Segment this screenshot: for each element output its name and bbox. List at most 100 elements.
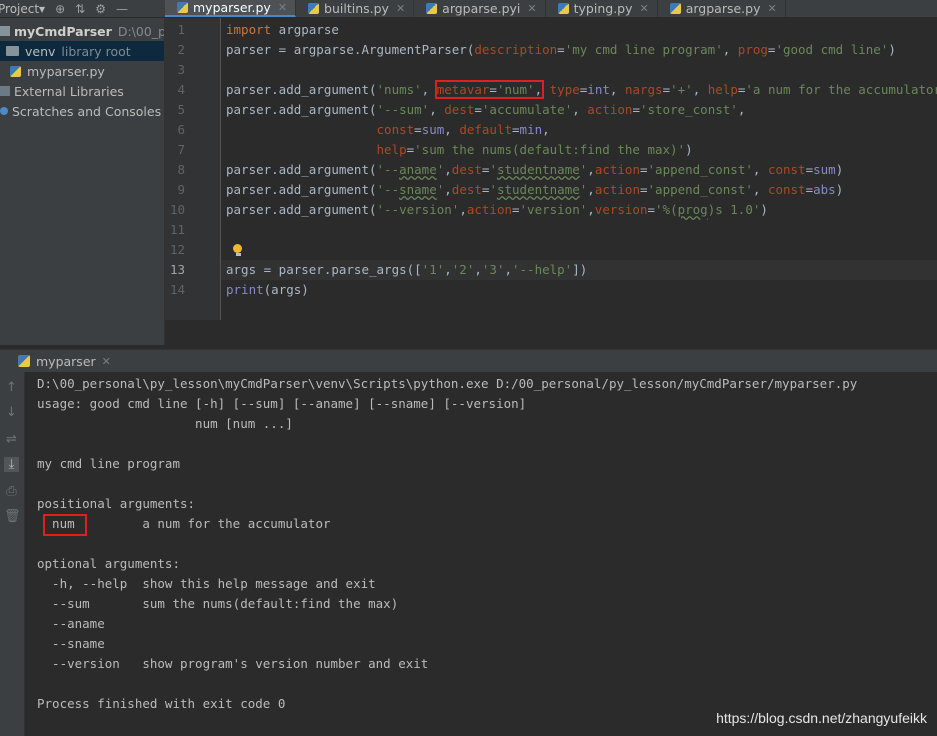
console-line: my cmd line program	[37, 456, 180, 471]
scratches-icon	[0, 107, 8, 115]
console-line: --sname	[37, 636, 105, 651]
scroll-to-end-icon[interactable]: ⤓	[4, 457, 19, 472]
run-toolbar: ↑ ↓ ⇌ ⤓ ⎙ 🗑	[0, 372, 25, 736]
line-number: 12	[169, 242, 185, 257]
tree-root[interactable]: myCmdParser D:\00_perso	[0, 21, 164, 41]
tab-label: typing.py	[573, 1, 633, 16]
line-number: 2	[177, 42, 185, 57]
console-line: --sum sum the nums(default:find the max)	[37, 596, 399, 611]
run-console[interactable]: D:\00_personal\py_lesson\myCmdParser\ven…	[25, 372, 937, 736]
close-icon[interactable]: ✕	[527, 2, 536, 15]
run-tool-window-header: myparser ✕	[0, 349, 937, 373]
python-file-icon	[426, 3, 438, 14]
code-line-14: print(args)	[226, 282, 309, 297]
tab-label: argparse.py	[685, 1, 761, 16]
metavar-highlight-box: metavar='num',	[434, 80, 545, 99]
console-line: -h, --help show this help message and ex…	[37, 576, 376, 591]
tree-root-label: myCmdParser	[14, 23, 112, 39]
code-line-6: const=sum, default=min,	[376, 122, 550, 137]
project-view-selector[interactable]: Project▾	[0, 2, 45, 16]
line-number: 4	[177, 82, 185, 97]
up-arrow-icon[interactable]: ↑	[4, 380, 19, 395]
console-line: Process finished with exit code 0	[37, 696, 286, 711]
close-icon[interactable]: ✕	[640, 2, 649, 15]
tab-label: builtins.py	[324, 1, 389, 16]
line-number: 1	[177, 22, 185, 37]
python-file-icon	[308, 3, 320, 14]
soft-wrap-icon[interactable]: ⇌	[4, 432, 19, 447]
folder-icon	[6, 46, 19, 56]
line-number: 14	[169, 282, 185, 297]
tab-argparse-pyi[interactable]: argparse.pyi ✕	[414, 0, 546, 17]
line-number: 13	[169, 262, 185, 277]
down-arrow-icon[interactable]: ↓	[4, 405, 19, 420]
code-line-8: parser.add_argument('--aname',dest='stud…	[226, 162, 844, 177]
project-toolbar: Project▾ ⊕ ⇅ ⚙ —	[0, 0, 164, 17]
close-icon[interactable]: ✕	[396, 2, 405, 15]
line-number: 3	[177, 62, 185, 77]
tree-item-external-libraries[interactable]: External Libraries	[0, 81, 124, 101]
watermark: https://blog.csdn.net/zhangyufeikk	[716, 710, 927, 726]
library-icon	[0, 86, 10, 96]
tab-typing-py[interactable]: typing.py ✕	[546, 0, 658, 17]
line-number: 11	[169, 222, 185, 237]
console-line: num [num ...]	[37, 416, 293, 431]
tab-label: argparse.pyi	[442, 1, 521, 16]
project-tree: myCmdParser D:\00_perso venv library roo…	[0, 18, 165, 345]
code-editor[interactable]: 1 2 3 4 5 6 7 8 9 10 11 12 13 14 import …	[165, 18, 937, 345]
library-root-note: library root	[61, 43, 131, 59]
tab-label: myparser.py	[193, 0, 271, 15]
line-number: 9	[177, 182, 185, 197]
collapse-icon[interactable]: ⇅	[75, 2, 85, 16]
code-line-7: help='sum the nums(default:find the max)…	[376, 142, 693, 157]
tree-item-label: External Libraries	[14, 83, 124, 99]
line-number-gutter: 1 2 3 4 5 6 7 8 9 10 11 12 13 14	[165, 18, 221, 320]
trash-icon[interactable]: 🗑	[4, 509, 21, 524]
console-line: usage: good cmd line [-h] [--sum] [--ana…	[37, 396, 527, 411]
python-file-icon	[669, 3, 681, 14]
console-line: num a num for the accumulator	[37, 516, 331, 531]
line-number: 7	[177, 142, 185, 157]
code-line-13: args = parser.parse_args(['1','2','3','-…	[226, 262, 588, 277]
console-line: --version show program's version number …	[37, 656, 429, 671]
code-line-4: parser.add_argument('nums', metavar='num…	[226, 80, 937, 99]
console-line: optional arguments:	[37, 556, 180, 571]
folder-icon	[0, 26, 10, 36]
line-number: 6	[177, 122, 185, 137]
code-line-2: parser = argparse.ArgumentParser(descrip…	[226, 42, 896, 57]
tree-item-label: myparser.py	[27, 63, 105, 79]
run-tab-label: myparser	[36, 353, 96, 369]
close-icon[interactable]: ✕	[102, 355, 111, 368]
tree-item-myparser[interactable]: myparser.py	[10, 61, 105, 81]
python-file-icon	[177, 2, 188, 13]
tree-item-label: venv	[25, 43, 56, 59]
gear-icon[interactable]: ⚙	[95, 2, 106, 16]
tab-builtins-py[interactable]: builtins.py ✕	[296, 0, 415, 17]
line-number: 8	[177, 162, 185, 177]
python-file-icon	[10, 65, 21, 77]
minimize-icon[interactable]: —	[116, 2, 128, 16]
console-line: D:\00_personal\py_lesson\myCmdParser\ven…	[37, 376, 858, 391]
print-icon[interactable]: ⎙	[4, 484, 19, 499]
console-line: positional arguments:	[37, 496, 196, 511]
python-file-icon	[18, 355, 30, 367]
python-file-icon	[557, 3, 569, 14]
code-line-9: parser.add_argument('--sname',dest='stud…	[226, 182, 844, 197]
code-line-5: parser.add_argument('--sum', dest='accum…	[226, 102, 746, 117]
editor-tabs: myparser.py ✕ builtins.py ✕ argparse.pyi ✕ typ…	[165, 0, 786, 17]
code-line-1: import argparse	[226, 22, 339, 37]
close-icon[interactable]: ✕	[767, 2, 776, 15]
locate-icon[interactable]: ⊕	[55, 2, 65, 16]
console-line: --aname	[37, 616, 105, 631]
code-line-10: parser.add_argument('--version',action='…	[226, 202, 768, 217]
lightbulb-icon[interactable]	[233, 244, 243, 256]
run-tab-myparser[interactable]: myparser ✕	[0, 350, 111, 372]
tab-myparser-py[interactable]: myparser.py ✕	[165, 0, 297, 17]
tree-item-label: Scratches and Consoles	[12, 103, 162, 119]
tree-root-path: D:\00_perso	[117, 23, 164, 39]
close-icon[interactable]: ✕	[278, 1, 287, 14]
tab-argparse-py[interactable]: argparse.py ✕	[658, 0, 786, 17]
line-number: 5	[177, 102, 185, 117]
tree-item-scratches[interactable]: Scratches and Consoles	[0, 101, 161, 121]
tree-item-venv[interactable]: venv library root	[0, 41, 164, 61]
